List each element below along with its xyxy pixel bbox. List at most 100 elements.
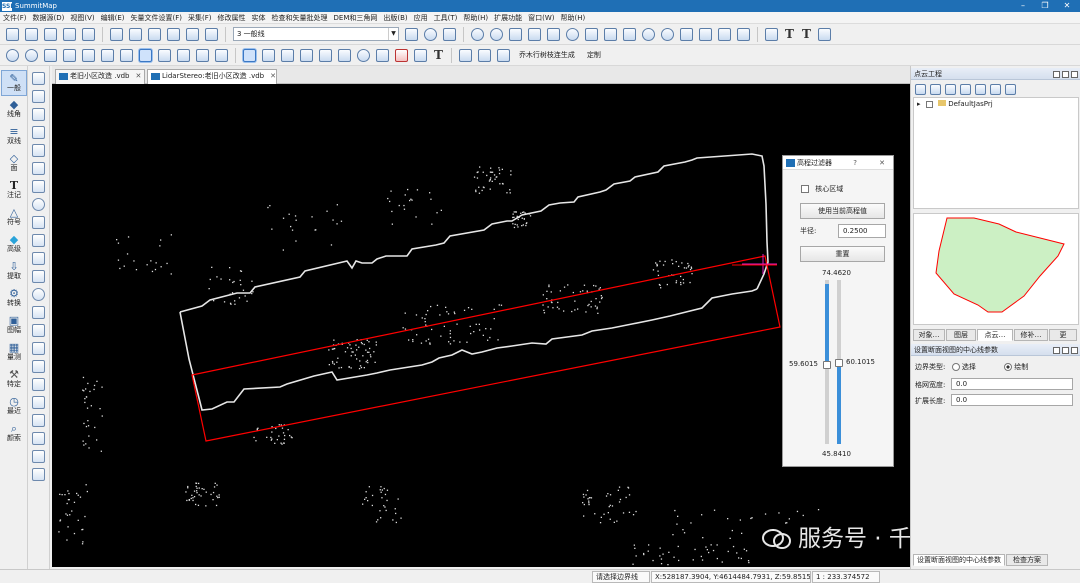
node-edit-icon[interactable] bbox=[215, 48, 228, 62]
pc-remove-icon[interactable] bbox=[930, 83, 941, 95]
redo-icon[interactable] bbox=[129, 27, 142, 41]
tool-polygon[interactable]: ◇ 面 bbox=[1, 151, 27, 177]
circle-icon[interactable] bbox=[661, 27, 674, 41]
core-area-row[interactable]: 核心区域 bbox=[801, 184, 843, 194]
table-icon[interactable] bbox=[496, 48, 510, 62]
menu-help[interactable]: 帮助(H) bbox=[463, 13, 488, 23]
tool-advanced[interactable]: ◆ 高级 bbox=[1, 232, 27, 258]
circle-center-icon[interactable] bbox=[642, 27, 655, 41]
zoom-window-icon[interactable] bbox=[63, 48, 76, 62]
panel-window-controls[interactable] bbox=[1051, 346, 1079, 354]
snap-edge-icon[interactable] bbox=[262, 48, 275, 62]
tool-measure[interactable]: ▦ 量测 bbox=[1, 340, 27, 366]
overview-map[interactable] bbox=[913, 213, 1079, 325]
layer-color-icon[interactable] bbox=[424, 27, 437, 41]
pc-save-icon[interactable] bbox=[960, 83, 971, 95]
grid-icon[interactable] bbox=[477, 48, 491, 62]
tab-lidar-stereo[interactable]: LidarStereo:老旧小区改造 .vdb ✕ bbox=[147, 69, 277, 84]
snap-circle-icon[interactable] bbox=[357, 48, 370, 62]
tool-general[interactable]: ✎ 一般 bbox=[1, 70, 27, 96]
line-width-icon[interactable] bbox=[458, 48, 472, 62]
tool-convert[interactable]: ⚙ 转换 bbox=[1, 286, 27, 312]
rectangle-icon[interactable] bbox=[585, 27, 598, 41]
radio-draw[interactable] bbox=[1004, 363, 1013, 371]
dialog-close-icon[interactable]: ✕ bbox=[879, 156, 885, 170]
double-line-icon[interactable] bbox=[718, 27, 731, 41]
text-align-icon[interactable]: T bbox=[802, 27, 811, 41]
model-cube-icon[interactable] bbox=[44, 27, 57, 41]
menu-publish[interactable]: 出版(B) bbox=[383, 13, 407, 23]
panel-window-controls[interactable] bbox=[1051, 70, 1079, 78]
close-button[interactable]: ✕ bbox=[1056, 0, 1078, 12]
print-icon[interactable] bbox=[82, 27, 95, 41]
copy-icon[interactable] bbox=[186, 27, 199, 41]
panel-float-icon[interactable] bbox=[1062, 347, 1069, 354]
dots-line-icon[interactable] bbox=[395, 48, 408, 62]
layer-lock-icon[interactable] bbox=[405, 27, 418, 41]
copy-feature-icon[interactable] bbox=[32, 414, 45, 427]
point-icon[interactable] bbox=[490, 27, 503, 41]
trim-icon[interactable] bbox=[32, 234, 45, 247]
extend-length-input[interactable]: 0.0 bbox=[951, 394, 1073, 406]
reset-button[interactable]: 重置 bbox=[800, 246, 885, 262]
panel-minimize-icon[interactable] bbox=[1053, 347, 1060, 354]
menu-view[interactable]: 视图(V) bbox=[70, 13, 94, 23]
text-annotation-icon[interactable]: T bbox=[785, 27, 794, 41]
menu-vector-settings[interactable]: 矢量文件设置(F) bbox=[131, 13, 183, 23]
tab-close-icon[interactable]: ✕ bbox=[135, 72, 141, 80]
menu-modify-attr[interactable]: 修改属性 bbox=[218, 13, 246, 23]
layer-select[interactable]: 3 一般线 ▼ bbox=[233, 27, 399, 41]
crosshatch-icon[interactable] bbox=[414, 48, 427, 62]
pen-icon[interactable] bbox=[817, 27, 831, 41]
menu-help-2[interactable]: 帮助(H) bbox=[561, 13, 586, 23]
door-icon[interactable] bbox=[604, 27, 617, 41]
pentagon-icon[interactable] bbox=[528, 27, 541, 41]
help-icon[interactable]: ? bbox=[853, 156, 857, 170]
radio-select[interactable] bbox=[951, 363, 960, 371]
zoom-extent-icon[interactable] bbox=[44, 48, 57, 62]
tool-search[interactable]: ⌕ 颜索 bbox=[1, 421, 27, 447]
new-file-icon[interactable] bbox=[6, 27, 19, 41]
connect-icon[interactable] bbox=[32, 306, 45, 319]
menu-dem-tin[interactable]: DEM和三角网 bbox=[334, 13, 378, 23]
custom-button[interactable]: 定制 bbox=[587, 50, 601, 60]
dashed-rect-icon[interactable] bbox=[737, 27, 750, 41]
point-cloud-view-icon[interactable] bbox=[139, 48, 152, 62]
tree-item-project[interactable]: ▸ DefaultJasPrj bbox=[917, 100, 993, 108]
tool-line-corner[interactable]: ◆ 线角 bbox=[1, 97, 27, 123]
menu-datasource[interactable]: 数据源(D) bbox=[33, 13, 65, 23]
panel-close-icon[interactable] bbox=[1071, 71, 1078, 78]
tool-recent[interactable]: ◷ 最近 bbox=[1, 394, 27, 420]
extend-icon[interactable] bbox=[32, 216, 45, 229]
pc-open-icon[interactable] bbox=[945, 83, 956, 95]
menu-window[interactable]: 窗口(W) bbox=[528, 13, 554, 23]
tab-more[interactable]: 更 bbox=[1049, 329, 1077, 341]
use-current-elevation-button[interactable]: 使用当前高程值 bbox=[800, 203, 885, 219]
circle-fit-icon[interactable] bbox=[32, 288, 45, 301]
chevron-down-icon[interactable]: ▼ bbox=[388, 28, 398, 40]
maximize-button[interactable]: ❐ bbox=[1034, 0, 1056, 12]
reverse-icon[interactable] bbox=[32, 180, 45, 193]
copy-parallel-icon[interactable] bbox=[32, 252, 45, 265]
zoom-out-icon[interactable] bbox=[25, 48, 38, 62]
pan-icon[interactable] bbox=[120, 48, 133, 62]
layer-change-icon[interactable] bbox=[32, 450, 45, 463]
tool-double-line[interactable]: ≡ 双线 bbox=[1, 124, 27, 150]
curve-icon[interactable] bbox=[547, 27, 560, 41]
core-area-checkbox[interactable] bbox=[801, 185, 809, 193]
layer-list-icon[interactable] bbox=[443, 27, 456, 41]
mirror-icon[interactable] bbox=[32, 126, 45, 139]
delete-icon[interactable] bbox=[32, 72, 45, 85]
insert-node-icon[interactable] bbox=[32, 108, 45, 121]
tab-repair[interactable]: 修补… bbox=[1014, 329, 1048, 341]
smooth-icon[interactable] bbox=[32, 270, 45, 283]
tool-specific[interactable]: ⚒ 特定 bbox=[1, 367, 27, 393]
tool-symbol[interactable]: △ 符号 bbox=[1, 205, 27, 231]
lower-slider-handle[interactable] bbox=[823, 361, 831, 369]
monitor-icon[interactable] bbox=[101, 48, 114, 62]
minimize-button[interactable]: – bbox=[1012, 0, 1034, 12]
cloud-icon[interactable] bbox=[177, 48, 190, 62]
panel-float-icon[interactable] bbox=[1062, 71, 1069, 78]
scale-icon[interactable] bbox=[32, 378, 45, 391]
triangle-icon[interactable] bbox=[376, 48, 389, 62]
